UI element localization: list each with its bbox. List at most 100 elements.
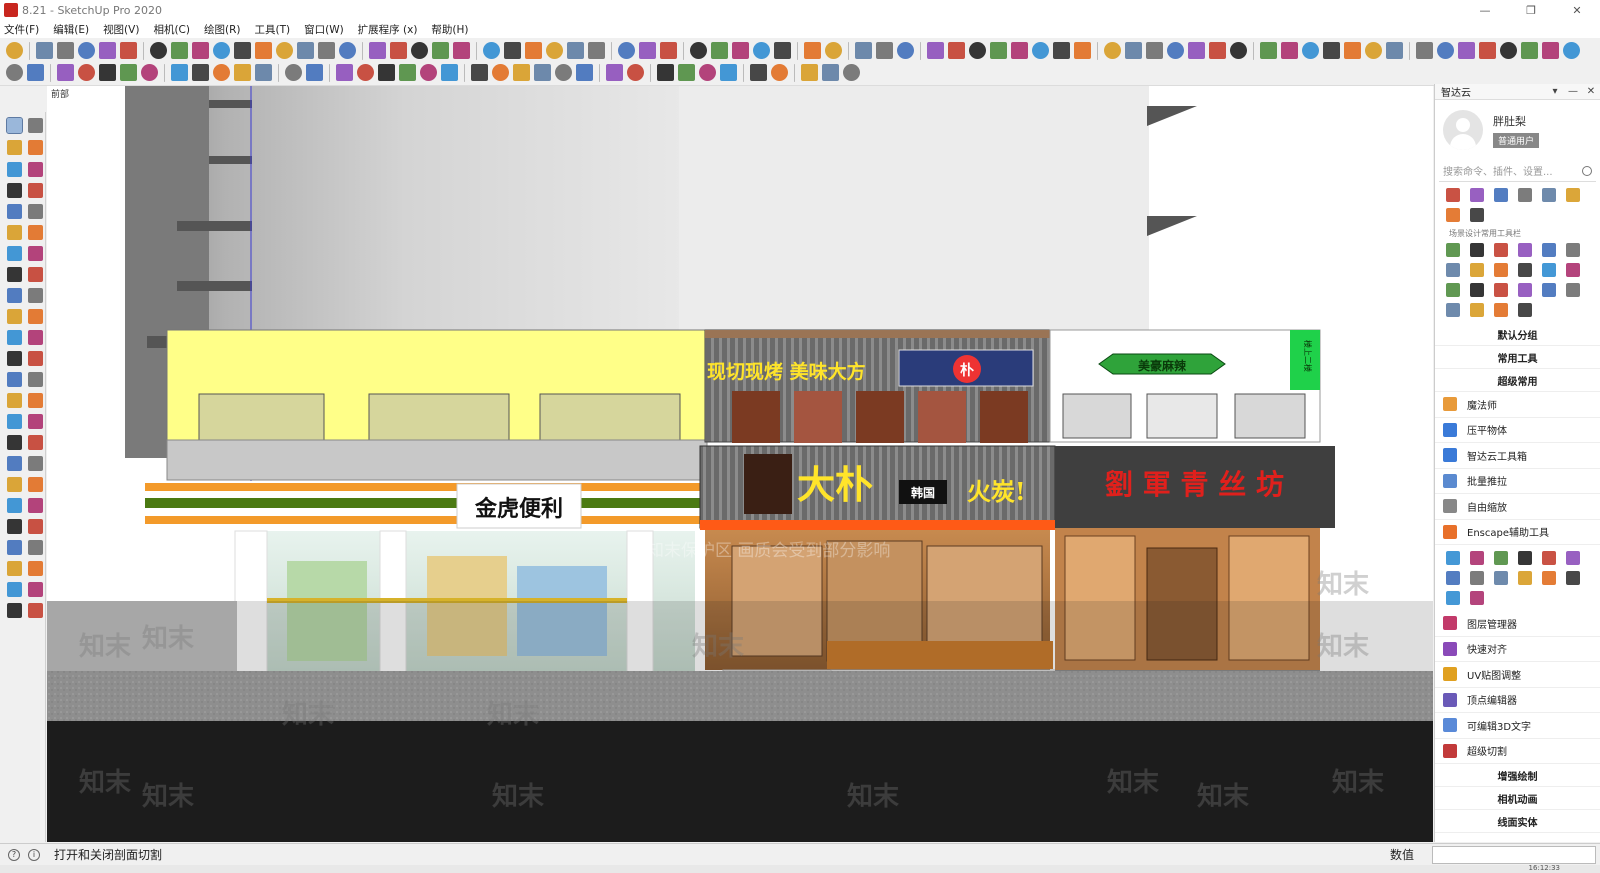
toolbar-tool-icon[interactable] <box>297 42 314 59</box>
left-tool-icon[interactable] <box>28 456 43 471</box>
plugin-icon[interactable] <box>1494 263 1508 277</box>
toolbar-tool-icon[interactable] <box>1563 42 1580 59</box>
plugin-icon[interactable] <box>1446 303 1460 317</box>
toolbar-tool-icon[interactable] <box>1386 42 1403 59</box>
toolbar-tool-icon[interactable] <box>555 64 572 81</box>
left-tool-icon[interactable] <box>28 498 43 513</box>
left-tool-icon[interactable] <box>7 393 22 408</box>
plugin-icon[interactable] <box>1494 188 1508 202</box>
left-tool-icon[interactable] <box>28 246 43 261</box>
plugin-icon[interactable] <box>1566 571 1580 585</box>
menu-draw[interactable]: 绘图(R) <box>204 22 241 37</box>
left-tool-icon[interactable] <box>28 288 43 303</box>
toolbar-tool-icon[interactable] <box>822 64 839 81</box>
toolbar-tool-icon[interactable] <box>234 64 251 81</box>
plugin-item[interactable]: 压平物体 <box>1435 418 1600 443</box>
toolbar-tool-icon[interactable] <box>411 42 428 59</box>
toolbar-tool-icon[interactable] <box>78 42 95 59</box>
plugin-icon[interactable] <box>1470 303 1484 317</box>
plugin-icon[interactable] <box>1446 551 1460 565</box>
toolbar-tool-icon[interactable] <box>639 42 656 59</box>
toolbar-tool-icon[interactable] <box>1479 42 1496 59</box>
toolbar-tool-icon[interactable] <box>285 64 302 81</box>
left-tool-icon[interactable] <box>28 140 43 155</box>
toolbar-tool-icon[interactable] <box>1416 42 1433 59</box>
toolbar-tool-icon[interactable] <box>753 42 770 59</box>
toolbar-tool-icon[interactable] <box>606 64 623 81</box>
plugin-icon[interactable] <box>1470 551 1484 565</box>
plugin-icon[interactable] <box>1566 283 1580 297</box>
plugin-icon[interactable] <box>1542 188 1556 202</box>
plugin-icon[interactable] <box>1518 303 1532 317</box>
toolbar-tool-icon[interactable] <box>99 42 116 59</box>
toolbar-tool-icon[interactable] <box>357 64 374 81</box>
toolbar-tool-icon[interactable] <box>771 64 788 81</box>
left-tool-icon[interactable] <box>28 309 43 324</box>
left-tool-icon[interactable] <box>7 140 22 155</box>
plugin-item[interactable]: 快速对齐 <box>1435 637 1600 662</box>
left-tool-icon[interactable] <box>7 330 22 345</box>
plugin-icon[interactable] <box>1470 208 1484 222</box>
menu-edit[interactable]: 编辑(E) <box>53 22 89 37</box>
plugin-item[interactable]: 魔法师 <box>1435 392 1600 418</box>
toolbar-tool-icon[interactable] <box>1365 42 1382 59</box>
left-tool-icon[interactable] <box>28 519 43 534</box>
plugin-item[interactable]: 智达云工具箱 <box>1435 443 1600 469</box>
toolbar-tool-icon[interactable] <box>255 64 272 81</box>
toolbar-tool-icon[interactable] <box>711 42 728 59</box>
left-tool-icon[interactable] <box>28 477 43 492</box>
plugin-item[interactable]: 可编辑3D文字 <box>1435 713 1600 739</box>
plugin-icon[interactable] <box>1566 263 1580 277</box>
plugin-item[interactable]: 顶点编辑器 <box>1435 688 1600 713</box>
toolbar-tool-icon[interactable] <box>150 42 167 59</box>
model-viewport[interactable]: 前部 金虎便利 现切现烤 美味大方 朴 大朴 韩国 火炭! 美豪麻辣 楼上二楼 … <box>47 86 1433 842</box>
left-tool-icon[interactable] <box>7 435 22 450</box>
toolbar-tool-icon[interactable] <box>171 64 188 81</box>
toolbar-tool-icon[interactable] <box>6 64 23 81</box>
plugin-icon[interactable] <box>1494 571 1508 585</box>
toolbar-tool-icon[interactable] <box>1281 42 1298 59</box>
left-tool-icon[interactable] <box>28 225 43 240</box>
left-tool-icon[interactable] <box>28 435 43 450</box>
toolbar-tool-icon[interactable] <box>483 42 500 59</box>
plugin-item[interactable]: 超级切割 <box>1435 739 1600 764</box>
plugin-icon[interactable] <box>1566 243 1580 257</box>
toolbar-tool-icon[interactable] <box>525 42 542 59</box>
toolbar-tool-icon[interactable] <box>234 42 251 59</box>
toolbar-tool-icon[interactable] <box>804 42 821 59</box>
left-tool-icon[interactable] <box>7 225 22 240</box>
toolbar-tool-icon[interactable] <box>492 64 509 81</box>
toolbar-tool-icon[interactable] <box>732 42 749 59</box>
toolbar-tool-icon[interactable] <box>855 42 872 59</box>
plugin-icon[interactable] <box>1566 551 1580 565</box>
toolbar-tool-icon[interactable] <box>1146 42 1163 59</box>
plugin-icon[interactable] <box>1446 208 1460 222</box>
plugin-icon[interactable] <box>1446 243 1460 257</box>
panel-close-button[interactable]: ✕ <box>1582 86 1600 97</box>
toolbar-tool-icon[interactable] <box>1521 42 1538 59</box>
section-enhanced-draw[interactable]: 增强绘制 <box>1435 764 1600 787</box>
scene-tab[interactable]: 前部 <box>51 87 69 100</box>
toolbar-tool-icon[interactable] <box>318 42 335 59</box>
toolbar-tool-icon[interactable] <box>192 42 209 59</box>
plugin-item[interactable]: UV贴图调整 <box>1435 662 1600 688</box>
plugin-icon[interactable] <box>1518 571 1532 585</box>
left-tool-icon[interactable] <box>28 162 43 177</box>
toolbar-tool-icon[interactable] <box>1302 42 1319 59</box>
toolbar-tool-icon[interactable] <box>567 42 584 59</box>
left-tool-icon[interactable] <box>28 183 43 198</box>
toolbar-tool-icon[interactable] <box>678 64 695 81</box>
toolbar-tool-icon[interactable] <box>276 42 293 59</box>
left-tool-icon[interactable] <box>28 414 43 429</box>
restore-button[interactable]: ❐ <box>1508 0 1554 20</box>
left-tool-icon[interactable] <box>28 393 43 408</box>
left-tool-icon[interactable] <box>7 246 22 261</box>
toolbar-tool-icon[interactable] <box>378 64 395 81</box>
plugin-icon[interactable] <box>1494 551 1508 565</box>
left-tool-icon[interactable] <box>28 330 43 345</box>
toolbar-tool-icon[interactable] <box>336 64 353 81</box>
toolbar-tool-icon[interactable] <box>141 64 158 81</box>
left-tool-icon[interactable] <box>7 498 22 513</box>
toolbar-tool-icon[interactable] <box>1500 42 1517 59</box>
menu-help[interactable]: 帮助(H) <box>431 22 468 37</box>
